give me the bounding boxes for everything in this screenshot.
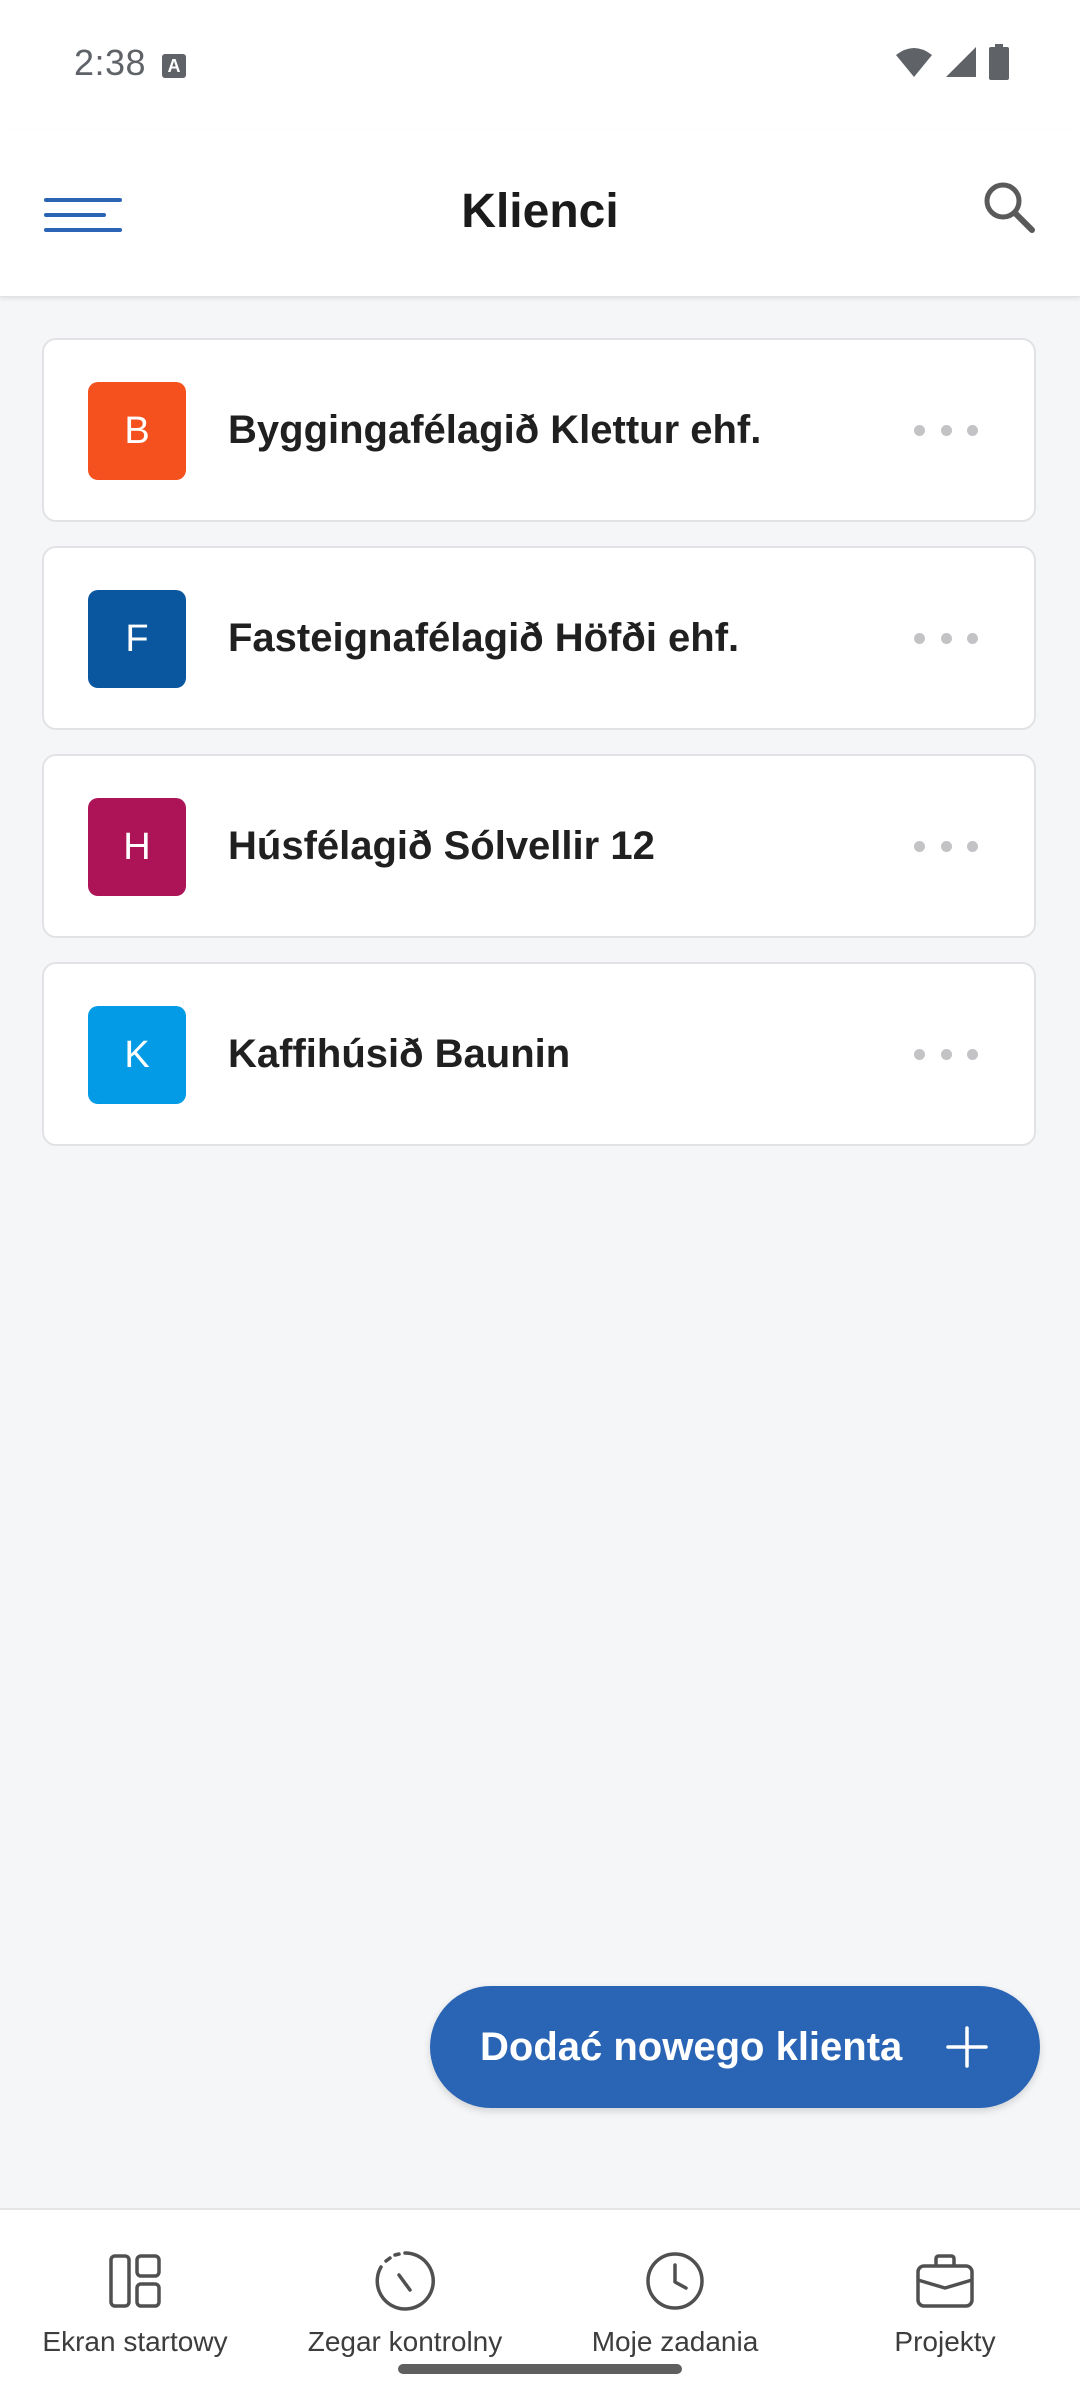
search-button[interactable] [976, 174, 1046, 244]
status-time: 2:38 [74, 42, 147, 83]
client-list: B Byggingafélagið Klettur ehf. F Fasteig… [42, 338, 1038, 1170]
more-options-button[interactable] [914, 828, 978, 864]
avatar: K [88, 1006, 186, 1104]
status-bar: 2:38 A [0, 0, 1080, 130]
nav-label: Moje zadania [591, 2326, 759, 2357]
client-card[interactable]: H Húsfélagið Sólvellir 12 [42, 754, 1036, 938]
dashboard-icon [109, 2254, 161, 2308]
client-name: Fasteignafélagið Höfði ehf. [228, 616, 740, 660]
battery-icon [989, 44, 1009, 80]
client-card[interactable]: F Fasteignafélagið Höfði ehf. [42, 546, 1036, 730]
avatar: H [88, 798, 186, 896]
signal-icon [946, 47, 976, 77]
nav-item-dashboard[interactable]: Ekran startowy [0, 2210, 270, 2400]
search-icon [984, 182, 1035, 233]
more-icon [914, 840, 925, 852]
avatar: B [88, 382, 186, 480]
status-icons [894, 44, 1010, 80]
nav-label: Ekran startowy [42, 2326, 228, 2357]
wifi-icon [896, 48, 932, 77]
more-options-button[interactable] [914, 412, 978, 448]
home-indicator[interactable] [398, 2364, 682, 2374]
avatar: F [88, 590, 186, 688]
nav-label: Projekty [894, 2326, 996, 2357]
nav-label: Zegar kontrolny [307, 2326, 503, 2357]
more-icon [914, 1048, 925, 1060]
more-options-button[interactable] [914, 1036, 978, 1072]
timer-icon [375, 2251, 435, 2311]
app-bar: Klienci [0, 130, 1080, 297]
client-name: Húsfélagið Sólvellir 12 [228, 824, 655, 868]
client-name: Byggingafélagið Klettur ehf. [228, 408, 762, 452]
client-card[interactable]: K Kaffihúsið Baunin [42, 962, 1036, 1146]
client-card[interactable]: B Byggingafélagið Klettur ehf. [42, 338, 1036, 522]
add-client-label: Dodać nowego klienta [480, 2025, 903, 2069]
a-icon: A [162, 54, 186, 78]
client-name: Kaffihúsið Baunin [228, 1032, 571, 1076]
clock-icon [646, 2252, 704, 2310]
more-options-button[interactable] [914, 620, 978, 656]
plus-icon [946, 2026, 988, 2068]
more-icon [914, 424, 925, 436]
more-icon [914, 632, 925, 644]
page-title: Klienci [461, 185, 619, 238]
briefcase-icon [916, 2254, 974, 2308]
add-client-button[interactable]: Dodać nowego klienta [430, 1986, 1040, 2108]
nav-item-projects[interactable]: Projekty [810, 2210, 1080, 2400]
